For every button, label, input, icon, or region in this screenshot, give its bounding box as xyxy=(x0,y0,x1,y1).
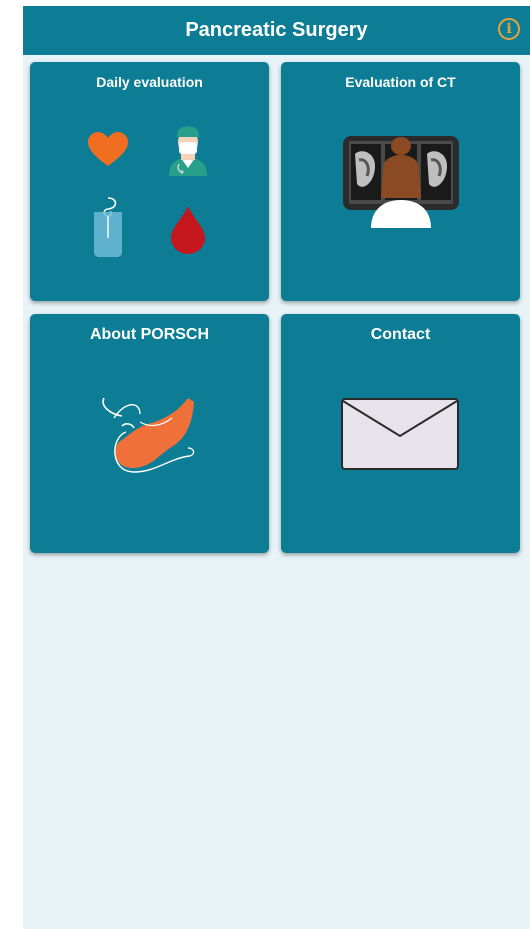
page-title: Pancreatic Surgery xyxy=(185,19,368,41)
tile-label: Daily evaluation xyxy=(96,74,203,90)
tile-label: About PORSCH xyxy=(89,326,210,343)
tile-daily-evaluation[interactable]: Daily evaluation xyxy=(30,62,269,301)
blood-drop-icon xyxy=(171,206,205,254)
info-icon[interactable]: i xyxy=(498,18,520,40)
app-header: Pancreatic Surgery i xyxy=(23,6,530,55)
tile-label: Contact xyxy=(370,326,431,343)
tile-about-porsch[interactable]: About PORSCH xyxy=(30,314,269,553)
ct-viewer-icon xyxy=(343,136,459,228)
pancreas-icon xyxy=(102,397,195,473)
envelope-icon xyxy=(341,398,459,470)
heart-icon xyxy=(88,132,128,166)
app-screen: Pancreatic Surgery i Daily evaluation Ev… xyxy=(23,6,530,929)
tile-evaluation-ct[interactable]: Evaluation of CT xyxy=(281,62,520,301)
surgeon-icon xyxy=(169,126,207,176)
drain-bag-icon xyxy=(94,197,122,257)
tile-label: Evaluation of CT xyxy=(345,74,456,90)
tile-contact[interactable]: Contact xyxy=(281,314,520,553)
